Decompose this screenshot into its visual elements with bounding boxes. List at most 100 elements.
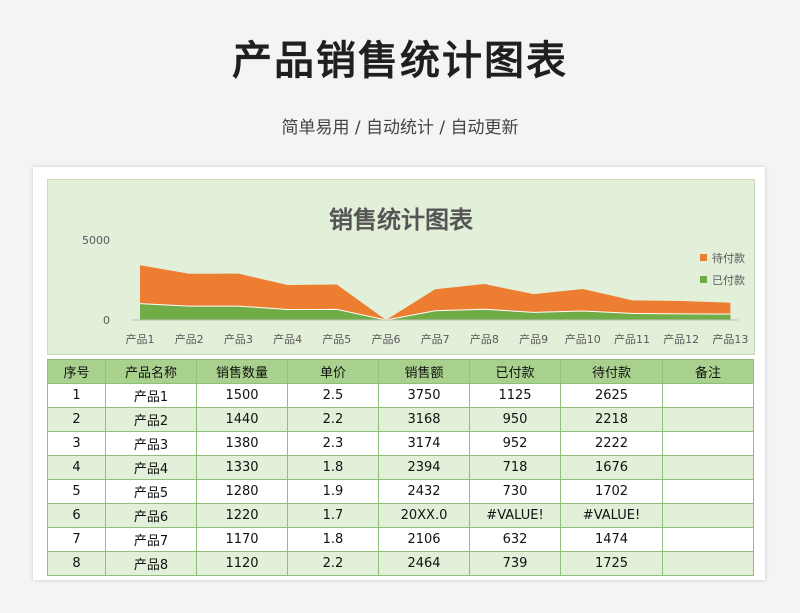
cell-quantity[interactable]: 1170 [196, 527, 288, 552]
cell-remark[interactable] [662, 455, 754, 480]
col-header-unit-price[interactable]: 单价 [287, 359, 379, 384]
table-row: 3 产品3 1380 2.3 3174 952 2222 [47, 431, 754, 456]
cell-unit-price[interactable]: 2.2 [287, 551, 379, 576]
col-header-sales-amount[interactable]: 销售额 [378, 359, 470, 384]
cell-unit-price[interactable]: 2.3 [287, 431, 379, 456]
cell-product-name[interactable]: 产品2 [105, 407, 197, 432]
cell-unpaid[interactable]: 2218 [560, 407, 663, 432]
cell-unpaid[interactable]: 1702 [560, 479, 663, 504]
cell-unpaid[interactable]: 1725 [560, 551, 663, 576]
cell-sales-amount[interactable]: 2464 [378, 551, 470, 576]
cell-remark[interactable] [662, 503, 754, 528]
cell-sales-amount[interactable]: 2394 [378, 455, 470, 480]
cell-paid[interactable]: 632 [469, 527, 561, 552]
col-header-unpaid[interactable]: 待付款 [560, 359, 663, 384]
cell-unit-price[interactable]: 1.7 [287, 503, 379, 528]
cell-quantity[interactable]: 1120 [196, 551, 288, 576]
x-tick-label: 产品8 [470, 332, 499, 346]
cell-quantity[interactable]: 1380 [196, 431, 288, 456]
chart-title: 销售统计图表 [329, 205, 474, 234]
cell-remark[interactable] [662, 431, 754, 456]
cell-product-name[interactable]: 产品4 [105, 455, 197, 480]
cell-unit-price[interactable]: 1.9 [287, 479, 379, 504]
legend-swatch [700, 254, 707, 261]
cell-quantity[interactable]: 1440 [196, 407, 288, 432]
cell-unpaid[interactable]: 2222 [560, 431, 663, 456]
x-tick-label: 产品11 [614, 332, 650, 346]
cell-paid[interactable]: 739 [469, 551, 561, 576]
x-tick-label: 产品1 [126, 332, 155, 346]
cell-unpaid[interactable]: 1676 [560, 455, 663, 480]
cell-sales-amount[interactable]: 2432 [378, 479, 470, 504]
cell-product-name[interactable]: 产品1 [105, 383, 197, 408]
x-tick-label: 产品5 [322, 332, 351, 346]
cell-paid[interactable]: 952 [469, 431, 561, 456]
cell-quantity[interactable]: 1280 [196, 479, 288, 504]
cell-paid[interactable]: 950 [469, 407, 561, 432]
y-tick-label: 5000 [82, 234, 110, 247]
cell-product-name[interactable]: 产品5 [105, 479, 197, 504]
cell-remark[interactable] [662, 479, 754, 504]
page-subtitle: 简单易用 / 自动统计 / 自动更新 [281, 118, 519, 138]
cell-paid[interactable]: 1125 [469, 383, 561, 408]
cell-remark[interactable] [662, 551, 754, 576]
cell-quantity[interactable]: 1500 [196, 383, 288, 408]
legend-label: 已付款 [712, 273, 745, 287]
cell-sales-amount[interactable]: 20XX.0 [378, 503, 470, 528]
table-row: 1 产品1 1500 2.5 3750 1125 2625 [47, 383, 754, 408]
col-header-seq[interactable]: 序号 [47, 359, 106, 384]
cell-remark[interactable] [662, 383, 754, 408]
x-tick-label: 产品13 [712, 332, 748, 346]
x-tick-label: 产品3 [224, 332, 253, 346]
cell-product-name[interactable]: 产品7 [105, 527, 197, 552]
cell-seq[interactable]: 8 [47, 551, 106, 576]
table-row: 4 产品4 1330 1.8 2394 718 1676 [47, 455, 754, 480]
cell-product-name[interactable]: 产品8 [105, 551, 197, 576]
cell-product-name[interactable]: 产品6 [105, 503, 197, 528]
cell-paid[interactable]: 730 [469, 479, 561, 504]
cell-sales-amount[interactable]: 3168 [378, 407, 470, 432]
cell-seq[interactable]: 2 [47, 407, 106, 432]
cell-paid[interactable]: 718 [469, 455, 561, 480]
col-header-remark[interactable]: 备注 [662, 359, 754, 384]
cell-remark[interactable] [662, 407, 754, 432]
x-tick-label: 产品9 [519, 332, 548, 346]
sales-chart[interactable]: 销售统计图表 5000 0 产品1 产品2 产品3 产品4 产品5 产品6 产品7 产品8 产品9 产品… [47, 179, 755, 355]
cell-unpaid[interactable]: 1474 [560, 527, 663, 552]
x-tick-label: 产品12 [663, 332, 699, 346]
col-header-quantity[interactable]: 销售数量 [196, 359, 288, 384]
cell-sales-amount[interactable]: 2106 [378, 527, 470, 552]
sales-table: 序号 产品名称 销售数量 单价 销售额 已付款 待付款 备注 1 产品1 1500 2.5 3750 1… [47, 359, 754, 576]
table-row: 2 产品2 1440 2.2 3168 950 2218 [47, 407, 754, 432]
cell-remark[interactable] [662, 527, 754, 552]
legend-label: 待付款 [712, 251, 745, 265]
cell-unit-price[interactable]: 2.5 [287, 383, 379, 408]
cell-quantity[interactable]: 1330 [196, 455, 288, 480]
cell-seq[interactable]: 6 [47, 503, 106, 528]
cell-unit-price[interactable]: 1.8 [287, 527, 379, 552]
cell-seq[interactable]: 1 [47, 383, 106, 408]
cell-sales-amount[interactable]: 3750 [378, 383, 470, 408]
col-header-product-name[interactable]: 产品名称 [105, 359, 197, 384]
table-row: 8 产品8 1120 2.2 2464 739 1725 [47, 551, 754, 576]
spreadsheet-card: 销售统计图表 5000 0 产品1 产品2 产品3 产品4 产品5 产品6 产品7 产品8 产品9 产品… [33, 167, 765, 580]
x-tick-label: 产品4 [273, 332, 302, 346]
x-tick-label: 产品10 [565, 332, 601, 346]
col-header-paid[interactable]: 已付款 [469, 359, 561, 384]
cell-unpaid[interactable]: #VALUE! [560, 503, 663, 528]
table-row: 6 产品6 1220 1.7 20XX.0 #VALUE! #VALUE! [47, 503, 754, 528]
sales-table-wrap: 序号 产品名称 销售数量 单价 销售额 已付款 待付款 备注 1 产品1 1500 2.5 3750 1… [47, 359, 754, 576]
cell-seq[interactable]: 7 [47, 527, 106, 552]
x-tick-label: 产品2 [175, 332, 204, 346]
cell-seq[interactable]: 3 [47, 431, 106, 456]
table-header-row: 序号 产品名称 销售数量 单价 销售额 已付款 待付款 备注 [47, 359, 754, 384]
cell-paid[interactable]: #VALUE! [469, 503, 561, 528]
cell-seq[interactable]: 4 [47, 455, 106, 480]
cell-unpaid[interactable]: 2625 [560, 383, 663, 408]
cell-unit-price[interactable]: 2.2 [287, 407, 379, 432]
cell-unit-price[interactable]: 1.8 [287, 455, 379, 480]
cell-product-name[interactable]: 产品3 [105, 431, 197, 456]
cell-quantity[interactable]: 1220 [196, 503, 288, 528]
cell-seq[interactable]: 5 [47, 479, 106, 504]
cell-sales-amount[interactable]: 3174 [378, 431, 470, 456]
